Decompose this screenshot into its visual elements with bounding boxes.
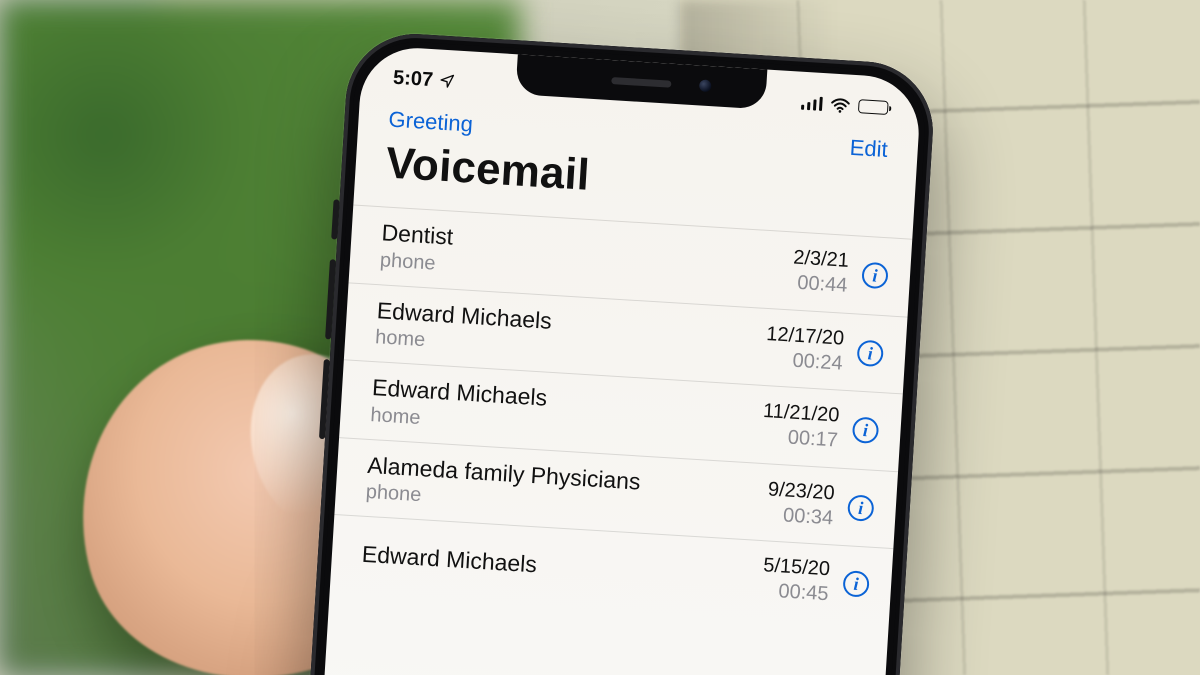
phone-screen: 5:07 (303, 45, 922, 675)
voicemail-duration: 00:34 (766, 502, 834, 531)
cellular-icon (800, 96, 822, 111)
greeting-button[interactable]: Greeting (388, 107, 474, 138)
battery-icon (858, 99, 889, 115)
voicemail-meta: 2/3/2100:44 (791, 246, 852, 299)
wifi-icon (830, 97, 851, 113)
info-icon[interactable]: i (850, 415, 882, 447)
info-icon[interactable]: i (840, 568, 872, 600)
edit-button[interactable]: Edit (849, 135, 888, 163)
voicemail-row-main: Alameda family Physiciansphone (365, 452, 759, 528)
info-icon[interactable]: i (859, 260, 891, 292)
voicemail-duration: 00:44 (791, 271, 848, 299)
svg-text:i: i (872, 266, 878, 286)
voicemail-date: 2/3/21 (793, 246, 850, 274)
voicemail-date: 5/15/20 (763, 554, 831, 583)
voicemail-caller-name: Edward Michaels (361, 540, 753, 591)
voicemail-list[interactable]: Dentistphone2/3/2100:44iEdward Michaelsh… (330, 205, 912, 624)
status-time: 5:07 (392, 66, 433, 91)
voicemail-duration: 00:45 (761, 579, 829, 608)
svg-text:i: i (862, 421, 868, 441)
voicemail-row-main: Edward Michaels (361, 540, 753, 591)
phone: 5:07 (288, 30, 936, 675)
voicemail-row-main: Edward Michaelshome (375, 297, 758, 373)
voicemail-date: 11/21/20 (762, 399, 840, 429)
voicemail-duration: 00:24 (764, 347, 843, 377)
svg-text:i: i (853, 574, 859, 594)
svg-text:i: i (867, 343, 873, 363)
voicemail-row-main: Dentistphone (379, 219, 784, 296)
voicemail-meta: 9/23/2000:34 (766, 477, 838, 531)
voicemail-date: 12/17/20 (766, 322, 845, 352)
photo-scene: 5:07 (0, 0, 1200, 675)
voicemail-row-main: Edward Michaelshome (370, 374, 754, 450)
voicemail-meta: 12/17/2000:24 (764, 322, 847, 377)
voicemail-duration: 00:17 (761, 424, 839, 454)
svg-text:i: i (858, 498, 864, 518)
phone-speaker (611, 77, 671, 88)
voicemail-date: 9/23/20 (767, 477, 835, 506)
info-icon[interactable]: i (845, 492, 877, 524)
voicemail-meta: 5/15/2000:45 (761, 554, 833, 608)
info-icon[interactable]: i (854, 337, 886, 369)
phone-camera (699, 79, 712, 92)
voicemail-meta: 11/21/2000:17 (761, 399, 842, 454)
phone-side-button (331, 199, 339, 239)
location-icon (439, 73, 456, 90)
